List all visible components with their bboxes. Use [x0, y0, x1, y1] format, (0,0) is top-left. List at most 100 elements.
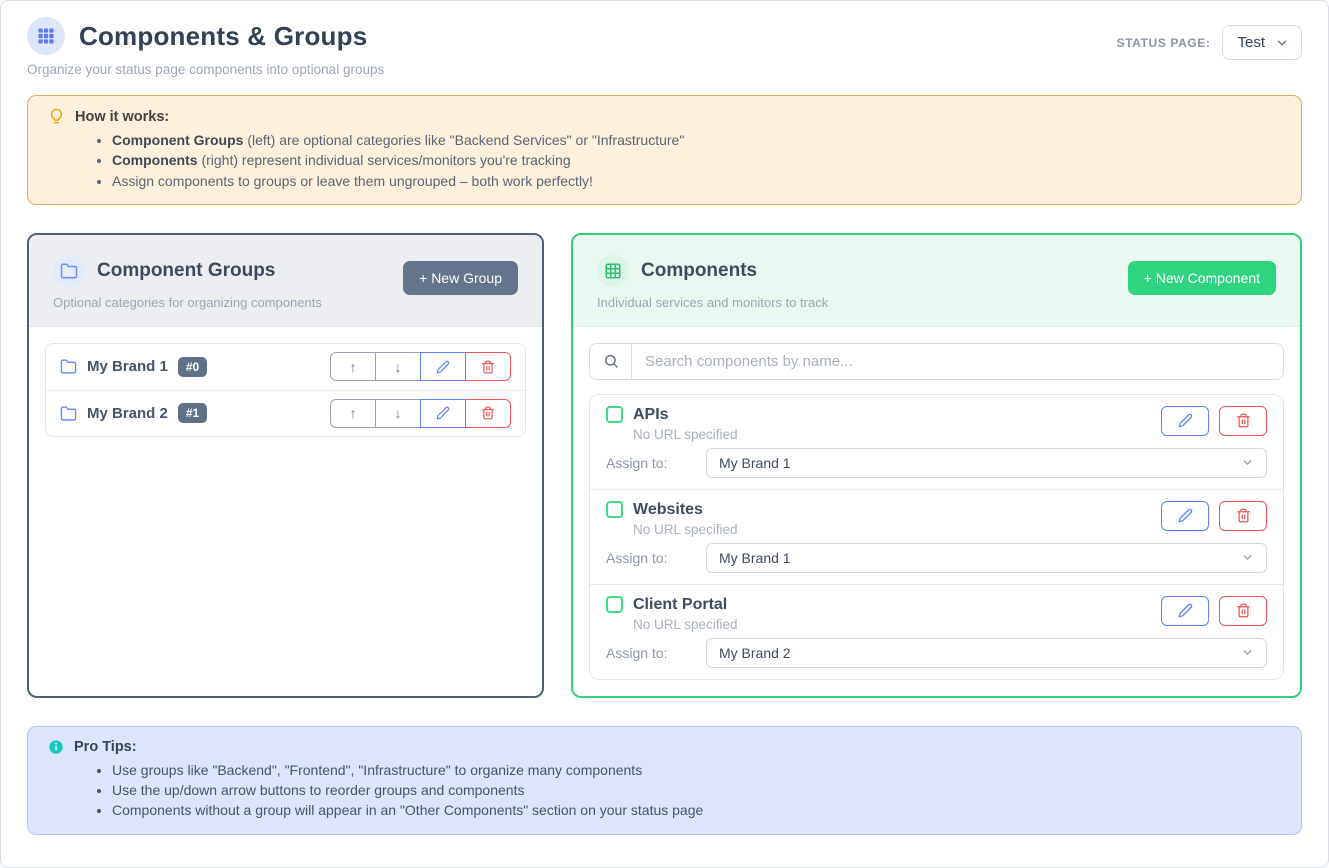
component-list: APIs No URL specified — [589, 394, 1284, 680]
group-order-badge: #1 — [178, 403, 207, 423]
trash-icon — [481, 360, 495, 374]
status-page-value: Test — [1237, 34, 1265, 51]
component-row: Client Portal No URL specified — [590, 584, 1283, 679]
new-component-button[interactable]: + New Component — [1128, 261, 1276, 295]
trash-icon — [1236, 603, 1251, 618]
how-it-works-callout: How it works: Component Groups (left) ar… — [27, 95, 1302, 205]
assigned-group-value: My Brand 1 — [719, 550, 791, 566]
how-it-works-item: Component Groups (left) are optional cat… — [112, 130, 1281, 150]
assign-row: Assign to: My Brand 2 — [606, 638, 1267, 668]
component-actions — [1161, 406, 1267, 436]
chevron-down-icon — [1241, 456, 1254, 469]
group-actions: ↑ ↓ — [330, 399, 511, 428]
pencil-icon — [1178, 508, 1193, 523]
grid-dots-icon — [27, 17, 65, 55]
status-page-select[interactable]: Test — [1222, 25, 1302, 60]
components-panel-subtitle: Individual services and monitors to trac… — [597, 295, 828, 310]
how-it-works-item: Assign components to groups or leave the… — [112, 171, 1281, 191]
pencil-icon — [436, 360, 450, 374]
how-it-works-list: Component Groups (left) are optional cat… — [112, 130, 1281, 191]
down-arrow-icon: ↓ — [395, 359, 402, 375]
component-checkbox-icon — [606, 501, 623, 518]
group-row: My Brand 2 #1 ↑ ↓ — [46, 390, 525, 436]
component-url-status: No URL specified — [633, 522, 738, 537]
assigned-group-value: My Brand 1 — [719, 455, 791, 471]
component-name: Client Portal — [633, 596, 727, 614]
page-subtitle: Organize your status page components int… — [27, 62, 384, 77]
chevron-down-icon — [1241, 551, 1254, 564]
new-group-button[interactable]: + New Group — [403, 261, 518, 295]
pro-tips-title: Pro Tips: — [74, 739, 137, 755]
component-row: Websites No URL specified — [590, 489, 1283, 584]
group-name: My Brand 1 — [87, 358, 168, 375]
component-row: APIs No URL specified — [590, 395, 1283, 489]
components-groups-page: Components & Groups Organize your status… — [0, 0, 1329, 868]
group-list: My Brand 1 #0 ↑ ↓ — [45, 343, 526, 437]
delete-group-button[interactable] — [465, 352, 511, 381]
pro-tips-list: Use groups like "Backend", "Frontend", "… — [112, 760, 1281, 821]
lightbulb-icon — [48, 108, 65, 125]
folder-icon — [53, 255, 85, 287]
pencil-icon — [1178, 603, 1193, 618]
component-checkbox-icon — [606, 596, 623, 613]
component-name: Websites — [633, 501, 703, 519]
assign-row: Assign to: My Brand 1 — [606, 543, 1267, 573]
search-icon — [590, 344, 632, 379]
move-up-button[interactable]: ↑ — [330, 399, 376, 428]
delete-group-button[interactable] — [465, 399, 511, 428]
status-page-picker: STATUS PAGE: Test — [1117, 25, 1302, 60]
edit-component-button[interactable] — [1161, 501, 1209, 531]
edit-group-button[interactable] — [420, 399, 466, 428]
header-left: Components & Groups Organize your status… — [27, 17, 384, 77]
trash-icon — [481, 406, 495, 420]
assign-group-select[interactable]: My Brand 1 — [706, 543, 1267, 573]
components-panel-body: APIs No URL specified — [573, 327, 1300, 696]
delete-component-button[interactable] — [1219, 501, 1267, 531]
pro-tips-item: Use groups like "Backend", "Frontend", "… — [112, 760, 1281, 780]
delete-component-button[interactable] — [1219, 596, 1267, 626]
delete-component-button[interactable] — [1219, 406, 1267, 436]
components-panel-header: Components Individual services and monit… — [573, 235, 1300, 327]
edit-group-button[interactable] — [420, 352, 466, 381]
pencil-icon — [1178, 413, 1193, 428]
component-main: APIs No URL specified — [606, 406, 738, 442]
assign-to-label: Assign to: — [606, 645, 706, 661]
search-input[interactable] — [632, 344, 1283, 379]
pencil-icon — [436, 406, 450, 420]
group-row: My Brand 1 #0 ↑ ↓ — [46, 344, 525, 390]
assigned-group-value: My Brand 2 — [719, 645, 791, 661]
component-actions — [1161, 596, 1267, 626]
trash-icon — [1236, 508, 1251, 523]
component-checkbox-icon — [606, 406, 623, 423]
move-down-button[interactable]: ↓ — [375, 399, 421, 428]
component-groups-panel: Component Groups Optional categories for… — [27, 233, 544, 698]
move-up-button[interactable]: ↑ — [330, 352, 376, 381]
assign-row: Assign to: My Brand 1 — [606, 448, 1267, 478]
component-url-status: No URL specified — [633, 617, 738, 632]
down-arrow-icon: ↓ — [395, 405, 402, 421]
edit-component-button[interactable] — [1161, 406, 1209, 436]
folder-icon — [60, 405, 77, 422]
group-order-badge: #0 — [178, 357, 207, 377]
assign-group-select[interactable]: My Brand 1 — [706, 448, 1267, 478]
page-title: Components & Groups — [79, 21, 367, 52]
pro-tips-callout: Pro Tips: Use groups like "Backend", "Fr… — [27, 726, 1302, 835]
group-name: My Brand 2 — [87, 405, 168, 422]
trash-icon — [1236, 413, 1251, 428]
assign-group-select[interactable]: My Brand 2 — [706, 638, 1267, 668]
chevron-down-icon — [1241, 646, 1254, 659]
component-main: Websites No URL specified — [606, 501, 738, 537]
edit-component-button[interactable] — [1161, 596, 1209, 626]
component-name: APIs — [633, 406, 669, 424]
status-page-label: STATUS PAGE: — [1117, 36, 1211, 50]
table-grid-icon — [597, 255, 629, 287]
assign-to-label: Assign to: — [606, 455, 706, 471]
groups-panel-subtitle: Optional categories for organizing compo… — [53, 295, 322, 310]
components-panel: Components Individual services and monit… — [571, 233, 1302, 698]
chevron-down-icon — [1275, 36, 1289, 50]
component-url-status: No URL specified — [633, 427, 738, 442]
move-down-button[interactable]: ↓ — [375, 352, 421, 381]
page-header: Components & Groups Organize your status… — [27, 17, 1302, 77]
component-search — [589, 343, 1284, 380]
pro-tips-item: Use the up/down arrow buttons to reorder… — [112, 780, 1281, 800]
